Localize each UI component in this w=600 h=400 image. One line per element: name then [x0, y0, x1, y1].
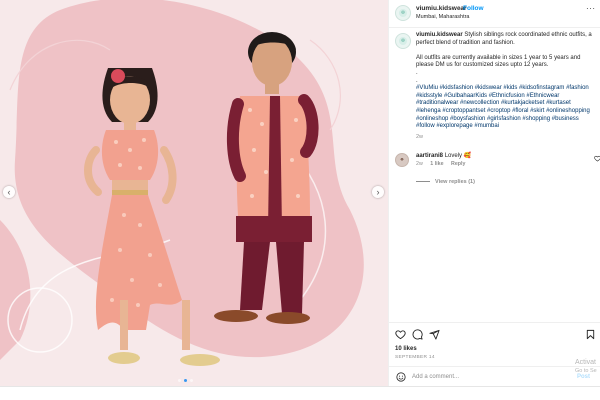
separator-dot: •: [457, 5, 460, 12]
post-actions-bar: [389, 322, 600, 342]
bottom-strip: [0, 386, 600, 400]
activation-title: Activat: [575, 359, 597, 366]
view-replies-button[interactable]: View replies (1): [416, 179, 475, 185]
comment-meta: 2w 1 like Reply: [416, 161, 595, 167]
author-avatar[interactable]: [395, 5, 411, 21]
caption-username[interactable]: viumiu.kidswear: [416, 32, 463, 38]
reply-button[interactable]: Reply: [451, 161, 465, 167]
carousel-dot: [190, 379, 193, 382]
post-location[interactable]: Mumbai, Maharashtra: [416, 14, 470, 20]
caption-hashtags[interactable]: #VIuMiu #kidsfashion #kidswear #kids #ki…: [416, 85, 595, 131]
comment-item: aartirani8 Lovely 🥰 2w 1 like Reply: [395, 152, 600, 167]
post-date: SEPTEMBER 14: [395, 355, 435, 360]
comment-age: 2w: [416, 161, 423, 167]
comment-body: Lovely 🥰: [444, 153, 472, 159]
follow-button[interactable]: Follow: [463, 5, 484, 12]
caption-text: viumiu.kidswear Stylish siblings rock co…: [416, 32, 595, 131]
carousel-dot: [178, 379, 181, 382]
activation-watermark: Activat Go to Se: [575, 358, 597, 376]
emoji-icon[interactable]: [396, 372, 406, 382]
post-details-panel: viumiu.kidswear • Follow Mumbai, Maharas…: [388, 0, 600, 386]
activation-subtitle: Go to Se: [575, 368, 597, 374]
add-comment-input[interactable]: Add a comment...: [412, 374, 459, 380]
caption-age: 2w: [416, 133, 424, 140]
comment-likes[interactable]: 1 like: [430, 161, 443, 167]
likes-count[interactable]: 10 likes: [395, 346, 417, 352]
post-media[interactable]: ‹ ›: [0, 0, 388, 386]
carousel-dot-active: [184, 379, 187, 382]
caption-dot-1: .: [416, 69, 418, 76]
share-send-icon[interactable]: [429, 329, 440, 340]
replies-divider: [416, 181, 430, 183]
view-replies-label: View replies (1): [435, 179, 475, 185]
post-photo: [0, 0, 388, 386]
more-options-button[interactable]: ···: [586, 4, 596, 13]
like-heart-icon[interactable]: [395, 329, 406, 340]
add-comment-bar: Add a comment... Post: [389, 366, 600, 386]
previous-slide-button[interactable]: ‹: [3, 186, 15, 198]
carousel-indicator: [178, 379, 193, 382]
caption-sizes: All outfits are currently available in s…: [416, 54, 581, 69]
next-slide-button[interactable]: ›: [372, 186, 384, 198]
comment-text: aartirani8 Lovely 🥰: [416, 152, 595, 160]
caption-dot-2: .: [416, 77, 418, 84]
post-header: viumiu.kidswear • Follow Mumbai, Maharas…: [389, 0, 600, 28]
post-caption: viumiu.kidswear Stylish siblings rock co…: [395, 32, 595, 140]
commenter-avatar[interactable]: [395, 153, 409, 167]
comment-bubble-icon[interactable]: [412, 329, 423, 340]
comment-like-heart-icon[interactable]: [594, 155, 600, 162]
caption-author-avatar[interactable]: [395, 33, 411, 49]
commenter-username[interactable]: aartirani8: [416, 153, 443, 159]
save-bookmark-icon[interactable]: [585, 329, 596, 340]
